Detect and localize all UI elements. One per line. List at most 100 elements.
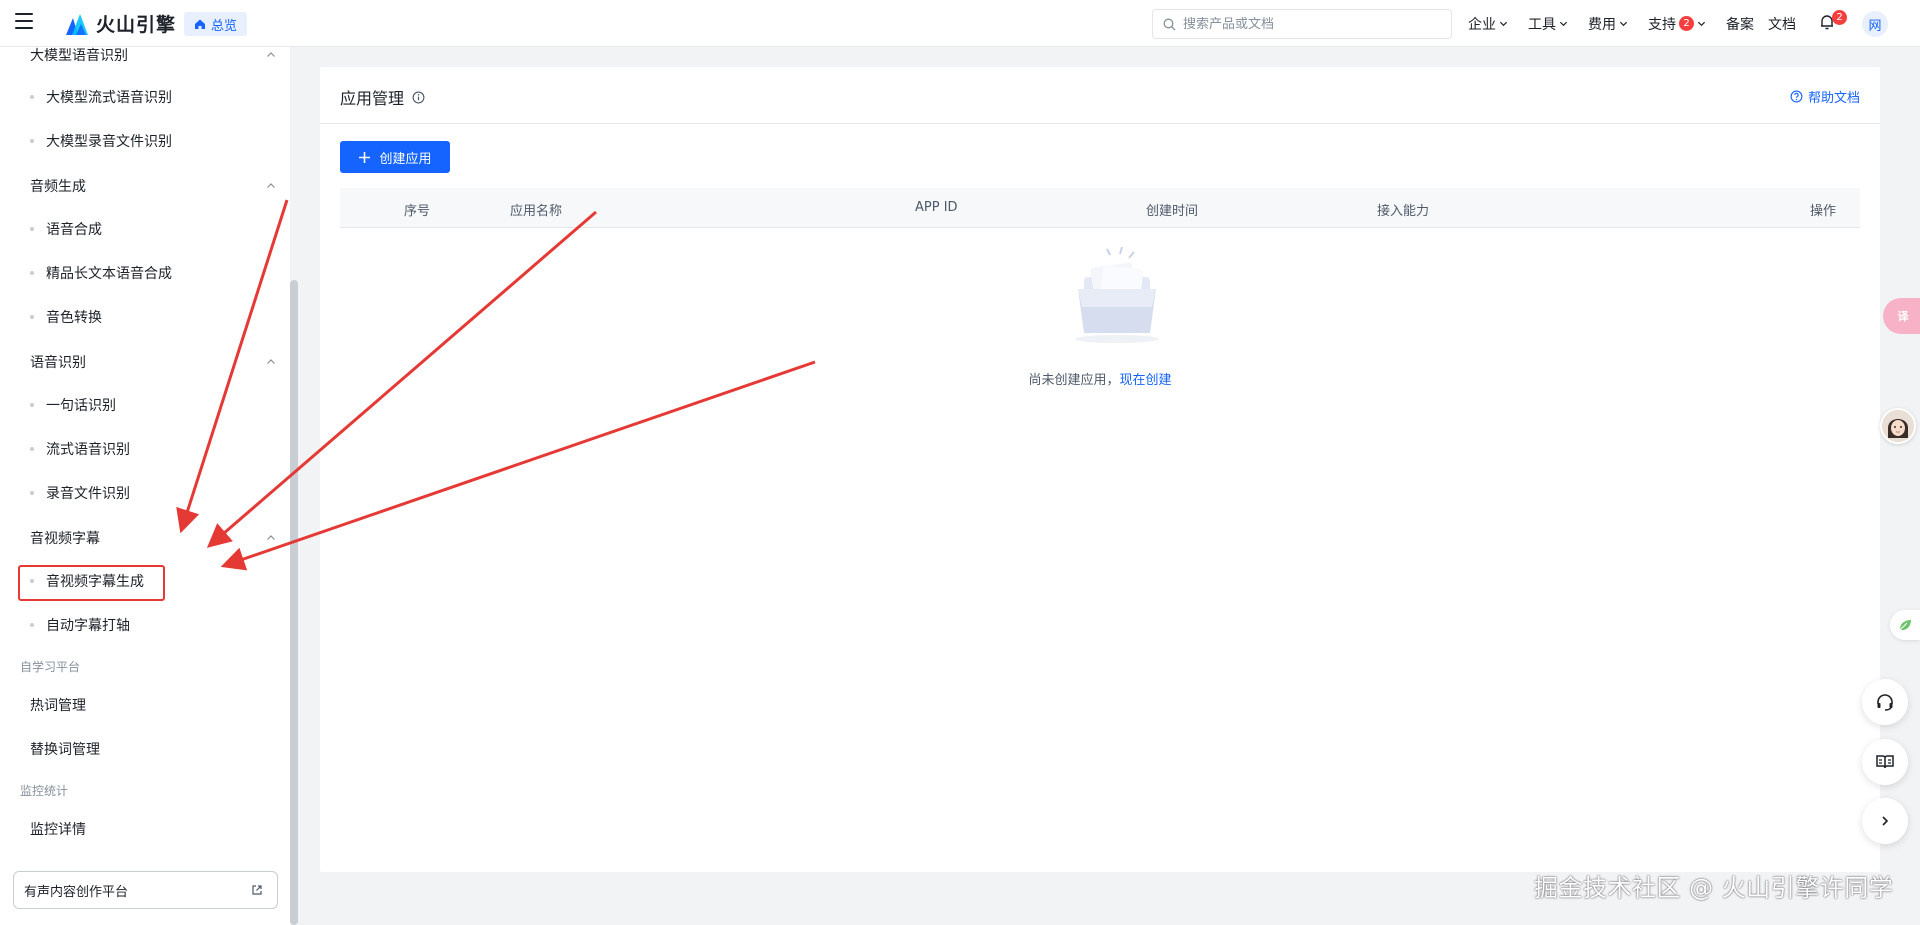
support-badge: 2 xyxy=(1679,16,1694,31)
create-now-link[interactable]: 现在创建 xyxy=(1120,373,1172,388)
column-header-capabilities: 接入能力 xyxy=(1377,204,1430,219)
chevron-right-icon xyxy=(1882,816,1889,826)
sidebar-item-label: 大模型录音文件识别 xyxy=(46,134,172,150)
chevron-up-icon[interactable] xyxy=(266,533,276,543)
overview-button[interactable]: 总览 xyxy=(184,12,248,36)
bullet-dot xyxy=(30,271,34,275)
page-title-text: 应用管理 xyxy=(340,89,405,108)
sidebar-item-label: 流式语音识别 xyxy=(46,442,130,458)
notification-button[interactable]: 2 xyxy=(1818,10,1847,33)
nav-enterprise[interactable]: 企业 xyxy=(1468,0,1508,47)
translate-button[interactable]: 译 xyxy=(1883,298,1920,334)
bullet-dot xyxy=(30,315,34,319)
sidebar-section-title: 监控统计 xyxy=(20,784,69,798)
sidebar-item[interactable]: 精品长文本语音合成 xyxy=(30,253,260,293)
column-header-app-name: 应用名称 xyxy=(510,204,563,219)
chevron-down-icon xyxy=(1619,21,1628,27)
sidebar-group-title[interactable]: 音视频字幕 xyxy=(30,528,100,548)
bullet-dot xyxy=(30,95,34,99)
user-avatar[interactable]: 网 xyxy=(1862,11,1888,37)
chevron-up-icon[interactable] xyxy=(266,50,276,60)
nav-docs-label: 文档 xyxy=(1768,16,1796,33)
chevron-down-icon xyxy=(1559,21,1568,27)
column-header-app-id: APP ID xyxy=(915,200,958,215)
nav-filing[interactable]: 备案 xyxy=(1726,0,1754,47)
sidebar-item[interactable]: 语音合成 xyxy=(30,209,260,249)
nav-support[interactable]: 支持 2 xyxy=(1648,0,1706,47)
app-table-header: 序号 应用名称 APP ID 创建时间 接入能力 操作 xyxy=(340,188,1860,228)
chevron-up-icon[interactable] xyxy=(266,357,276,367)
sidebar-section-title: 自学习平台 xyxy=(20,660,81,674)
assistant-avatar[interactable] xyxy=(1880,408,1916,444)
column-header-created-time: 创建时间 xyxy=(1146,204,1199,219)
question-circle-icon xyxy=(1790,90,1803,103)
create-app-button[interactable]: 创建应用 xyxy=(340,141,450,173)
empty-folder-icon xyxy=(1075,247,1159,343)
nav-filing-label: 备案 xyxy=(1726,16,1754,33)
sidebar-item-subtitle-generation[interactable]: 音视频字幕生成 xyxy=(30,561,260,601)
sidebar-item[interactable]: 大模型流式语音识别 xyxy=(30,77,260,117)
brand-logo[interactable]: 火山引擎 xyxy=(64,10,176,37)
sidebar-item-label: 语音合成 xyxy=(46,222,102,238)
sidebar-item[interactable]: 录音文件识别 xyxy=(30,473,260,513)
sidebar-group-title[interactable]: 语音识别 xyxy=(30,352,86,372)
sidebar-item[interactable]: 热词管理 xyxy=(30,695,86,715)
leaf-widget-button[interactable] xyxy=(1890,610,1920,640)
sidebar-item[interactable]: 自动字幕打轴 xyxy=(30,605,260,645)
help-docs-link[interactable]: 帮助文档 xyxy=(1790,87,1860,106)
bullet-dot xyxy=(30,623,34,627)
sidebar-item-label: 音视频字幕生成 xyxy=(46,574,144,590)
overview-label: 总览 xyxy=(211,18,238,34)
search-input[interactable] xyxy=(1183,16,1433,32)
sidebar-item-label: 自动字幕打轴 xyxy=(46,618,130,634)
sidebar: 大模型语音识别 大模型流式语音识别 大模型录音文件识别 音频生成 语音合成 精品… xyxy=(0,47,290,925)
external-link-icon xyxy=(252,885,262,895)
bullet-dot xyxy=(30,227,34,231)
chevron-up-icon[interactable] xyxy=(266,181,276,191)
customer-service-button[interactable] xyxy=(1862,679,1908,725)
sidebar-group-title[interactable]: 音频生成 xyxy=(30,176,86,196)
watermark: 掘金技术社区 @ 火山引擎许同学 xyxy=(1534,874,1894,902)
audio-creation-platform-link[interactable]: 有声内容创作平台 xyxy=(13,871,278,909)
bottom-link-label: 有声内容创作平台 xyxy=(24,884,129,900)
sidebar-item[interactable]: 替换词管理 xyxy=(30,739,100,759)
nav-support-label: 支持 xyxy=(1648,16,1676,33)
sidebar-item[interactable]: 大模型录音文件识别 xyxy=(30,121,260,161)
info-icon[interactable] xyxy=(412,91,425,104)
sidebar-item[interactable]: 流式语音识别 xyxy=(30,429,260,469)
assistant-face-icon xyxy=(1882,410,1914,442)
nav-tools-label: 工具 xyxy=(1528,16,1556,33)
sidebar-scrollbar-thumb[interactable] xyxy=(290,280,298,925)
docs-book-button[interactable] xyxy=(1862,739,1908,785)
search-box[interactable] xyxy=(1152,9,1452,39)
leaf-icon xyxy=(1899,620,1911,631)
app-management-panel: 应用管理 帮助文档 创建应用 序号 应用名称 APP ID 创建时间 接入能力 … xyxy=(320,67,1880,872)
column-header-actions: 操作 xyxy=(1810,204,1837,219)
brand-name: 火山引擎 xyxy=(96,14,177,36)
panel-header: 应用管理 帮助文档 xyxy=(320,67,1880,124)
search-icon xyxy=(1163,18,1176,30)
book-icon xyxy=(1876,755,1894,769)
sidebar-item-label: 一句话识别 xyxy=(46,398,116,414)
sidebar-item[interactable]: 一句话识别 xyxy=(30,385,260,425)
plus-icon xyxy=(359,151,371,163)
sidebar-item[interactable]: 监控详情 xyxy=(30,819,86,839)
bullet-dot xyxy=(30,447,34,451)
headset-icon xyxy=(1877,694,1893,711)
nav-docs[interactable]: 文档 xyxy=(1768,0,1796,47)
nav-billing[interactable]: 费用 xyxy=(1588,0,1628,47)
volcano-logo-icon xyxy=(66,13,88,35)
nav-billing-label: 费用 xyxy=(1588,16,1616,33)
page-title: 应用管理 xyxy=(340,85,425,109)
help-docs-label: 帮助文档 xyxy=(1807,91,1860,106)
sidebar-item-label: 精品长文本语音合成 xyxy=(46,266,172,282)
column-header-index: 序号 xyxy=(404,204,431,219)
sidebar-item-label: 音色转换 xyxy=(46,310,102,326)
expand-panel-button[interactable] xyxy=(1862,798,1908,844)
sidebar-item-label: 录音文件识别 xyxy=(46,486,130,502)
chevron-down-icon xyxy=(1499,21,1508,27)
sidebar-item[interactable]: 音色转换 xyxy=(30,297,260,337)
sidebar-group-title[interactable]: 大模型语音识别 xyxy=(30,47,128,65)
nav-tools[interactable]: 工具 xyxy=(1528,0,1568,47)
menu-icon[interactable] xyxy=(15,13,33,29)
